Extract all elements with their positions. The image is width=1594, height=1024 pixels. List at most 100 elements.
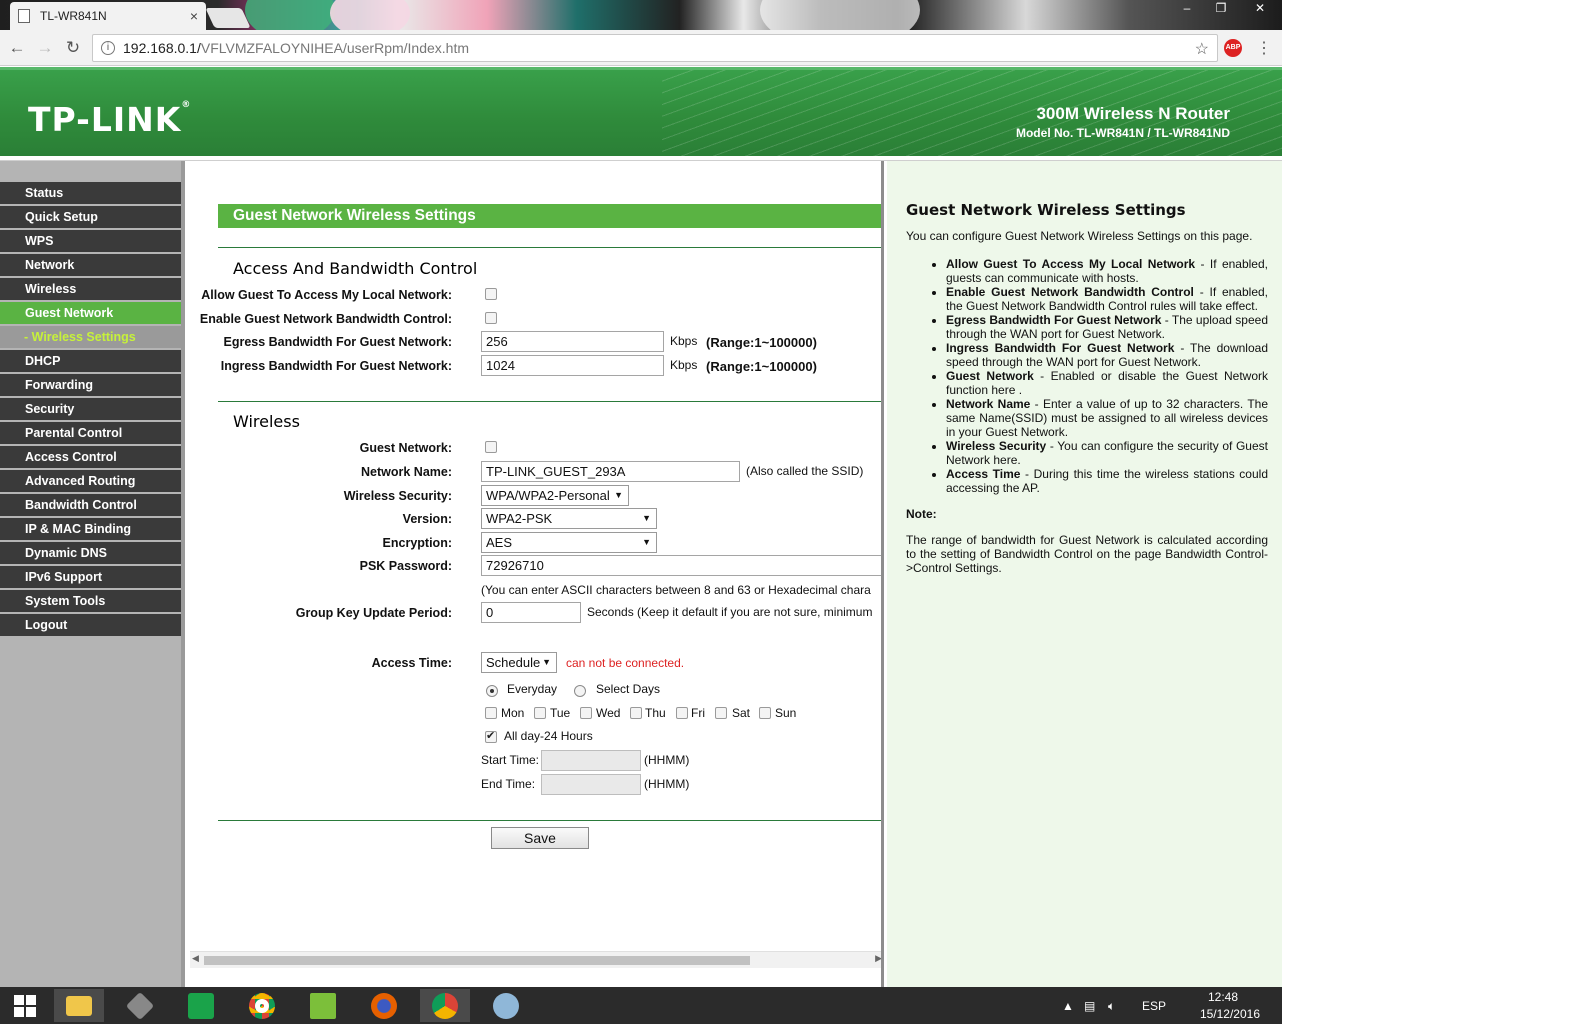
day-checkbox-thu[interactable] [630,707,642,719]
divider [218,820,881,821]
sidebar-item-ipv6-support[interactable]: IPv6 Support [0,566,181,588]
chevron-down-icon: ▼ [614,490,623,500]
access-time-select[interactable]: Schedule ▼ [481,652,557,673]
all-day-checkbox[interactable] [485,729,497,743]
version-label: Version: [402,512,452,526]
adblock-icon[interactable]: ABP [1224,39,1242,57]
sidebar-item-security[interactable]: Security [0,398,181,420]
ingress-input[interactable]: 1024 [481,355,664,376]
sidebar-item-forwarding[interactable]: Forwarding [0,374,181,396]
day-checkbox-tue[interactable] [534,707,546,719]
minimize-icon[interactable]: – [1170,0,1204,18]
info-icon[interactable]: i [101,41,115,55]
chevron-down-icon: ▼ [642,513,651,523]
everyday-radio[interactable] [486,685,498,697]
tab-close-icon[interactable]: × [190,8,198,24]
allow-local-checkbox[interactable] [485,288,497,300]
tray-chevron-icon[interactable]: ▲ [1062,999,1074,1013]
hhmm-hint: (HHMM) [644,777,690,791]
chrome-active-icon[interactable] [420,989,470,1022]
network-name-input[interactable]: TP-LINK_GUEST_293A [481,461,740,482]
window-controls: – ❐ ✕ [1170,0,1282,18]
select-days-radio[interactable] [574,685,586,697]
wireless-security-select[interactable]: WPA/WPA2-Personal ▼ [481,485,629,506]
spreadsheet-icon[interactable] [298,989,348,1022]
sidebar-item-logout[interactable]: Logout [0,614,181,636]
sidebar-item-dhcp[interactable]: DHCP [0,350,181,372]
store-icon[interactable] [176,989,226,1022]
day-checkbox-sat[interactable] [715,707,727,719]
firefox-icon[interactable] [359,989,409,1022]
network-icon[interactable]: ▤ [1084,999,1095,1013]
save-button[interactable]: Save [491,827,589,849]
sidebar-item-wps[interactable]: WPS [0,230,181,252]
clock-date[interactable]: 15/12/2016 [1200,1007,1260,1021]
app-launcher-icon[interactable] [115,989,165,1022]
sidebar-item-network[interactable]: Network [0,254,181,276]
egress-input[interactable]: 256 [481,331,664,352]
group-key-input[interactable]: 0 [481,602,581,623]
version-select[interactable]: WPA2-PSK ▼ [481,508,657,529]
scroll-right-icon[interactable]: ▶ [875,953,881,964]
volume-icon[interactable]: 🔈︎ [1108,999,1115,1014]
close-window-icon[interactable]: ✕ [1238,0,1282,18]
help-item: Access Time - During this time the wirel… [946,467,1268,495]
enable-bandwidth-checkbox[interactable] [485,312,497,324]
sidebar-item-status[interactable]: Status [0,182,181,204]
product-name: 300M Wireless N Router [1036,104,1230,123]
clock-time[interactable]: 12:48 [1208,990,1238,1004]
restore-icon[interactable]: ❐ [1204,0,1238,18]
browser-toolbar: ← → ↻ i 192.168.0.1/ VFLVMZFALOYNIHEA/us… [0,30,1282,66]
access-time-label: Access Time: [371,656,452,670]
end-time-input[interactable] [541,774,641,795]
day-label: Mon [501,706,525,720]
sidebar-item-system-tools[interactable]: System Tools [0,590,181,612]
sidebar-item-dynamic-dns[interactable]: Dynamic DNS [0,542,181,564]
day-checkbox-sun[interactable] [759,707,771,719]
help-item: Egress Bandwidth For Guest Network - The… [946,313,1268,341]
psk-password-input[interactable]: 72926710 [481,555,881,576]
help-item: Enable Guest Network Bandwidth Control -… [946,285,1268,313]
start-time-label: Start Time: [481,753,540,767]
bookmark-star-icon[interactable]: ☆ [1195,39,1209,59]
address-bar[interactable]: i 192.168.0.1/ VFLVMZFALOYNIHEA/userRpm/… [92,34,1218,62]
forward-icon[interactable]: → [34,38,56,58]
taskbar: ▲ ▤ 🔈︎ ESP 12:48 15/12/2016 [0,987,1282,1024]
day-checkbox-fri[interactable] [676,707,688,719]
day-checkbox-wed[interactable] [580,707,592,719]
scroll-left-icon[interactable]: ◀ [192,953,199,964]
page-title: Guest Network Wireless Settings [218,204,881,228]
group-key-label: Group Key Update Period: [295,606,452,620]
back-icon[interactable]: ← [6,38,28,58]
encryption-select[interactable]: AES ▼ [481,532,657,553]
sidebar-item-bandwidth-control[interactable]: Bandwidth Control [0,494,181,516]
language-indicator[interactable]: ESP [1142,999,1166,1013]
divider [218,247,881,248]
day-label: Sun [775,706,797,720]
scrollbar-thumb[interactable] [204,956,750,965]
sidebar-subitem-wireless-settings[interactable]: - Wireless Settings [0,326,181,348]
chrome-icon[interactable] [237,989,287,1022]
paint-icon[interactable] [481,989,531,1022]
windows-start-icon[interactable] [0,989,50,1022]
sidebar-item-parental-control[interactable]: Parental Control [0,422,181,444]
sidebar-item-ip-mac-binding[interactable]: IP & MAC Binding [0,518,181,540]
sidebar-item-access-control[interactable]: Access Control [0,446,181,468]
help-item: Ingress Bandwidth For Guest Network - Th… [946,341,1268,369]
system-tray: ▲ ▤ 🔈︎ ESP 12:48 15/12/2016 [1062,987,1282,1024]
day-checkbox-mon[interactable] [485,707,497,719]
model-number: Model No. TL-WR841N / TL-WR841ND [1015,126,1230,140]
browser-menu-icon[interactable]: ⋮ [1256,38,1272,58]
sidebar-item-wireless[interactable]: Wireless [0,278,181,300]
sidebar-item-advanced-routing[interactable]: Advanced Routing [0,470,181,492]
sidebar-item-guest-network[interactable]: Guest Network [0,302,181,324]
tp-link-logo: TP-LINK® [28,100,192,139]
browser-tab[interactable]: TL-WR841N × [10,2,206,30]
reload-icon[interactable]: ↻ [62,38,84,58]
new-tab-button[interactable] [205,8,251,28]
horizontal-scrollbar[interactable]: ◀ ▶ [190,951,881,968]
guest-network-checkbox[interactable] [485,441,497,453]
sidebar-item-quick-setup[interactable]: Quick Setup [0,206,181,228]
start-time-input[interactable] [541,750,641,771]
file-explorer-icon[interactable] [54,989,104,1022]
